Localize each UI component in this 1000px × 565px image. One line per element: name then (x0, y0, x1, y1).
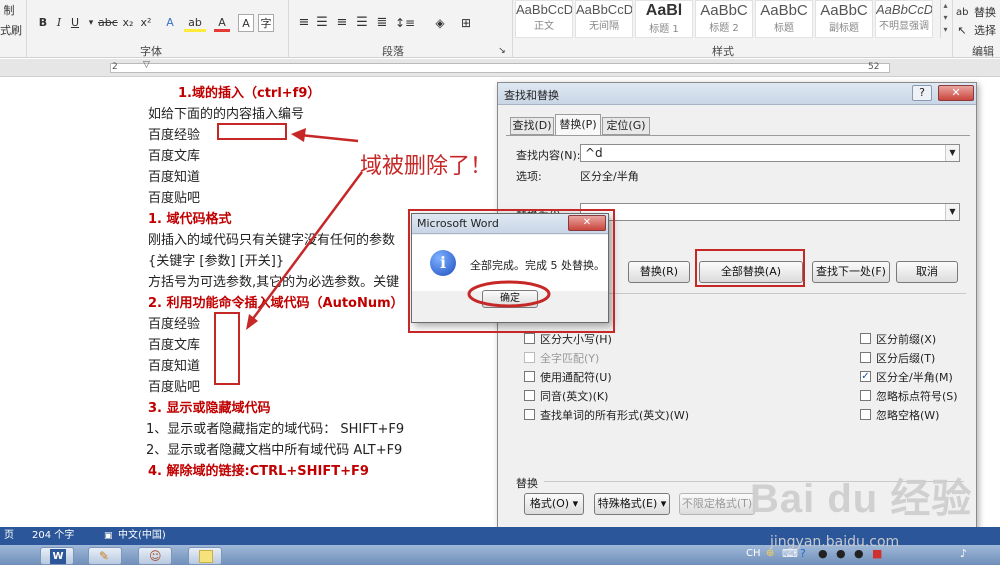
watermark-url: jingyan.baidu.com (770, 534, 900, 550)
status-language[interactable]: 中文(中国) (118, 527, 166, 545)
annotation-box-message (408, 209, 615, 333)
word-taskbar-icon[interactable]: W (40, 547, 74, 565)
status-words[interactable]: 204 个字 (32, 527, 74, 545)
notes-taskbar-icon[interactable] (188, 547, 222, 565)
watermark: Bai du 经验 jingyan.baidu.com (740, 460, 990, 560)
proofing-icon[interactable]: ▣ (104, 527, 113, 545)
watermark-logo: Bai du 经验 (750, 477, 973, 521)
status-page[interactable]: 页 (4, 527, 14, 545)
paint-taskbar-icon[interactable]: ✎ (88, 547, 122, 565)
contacts-taskbar-icon[interactable]: ☺ (138, 547, 172, 565)
